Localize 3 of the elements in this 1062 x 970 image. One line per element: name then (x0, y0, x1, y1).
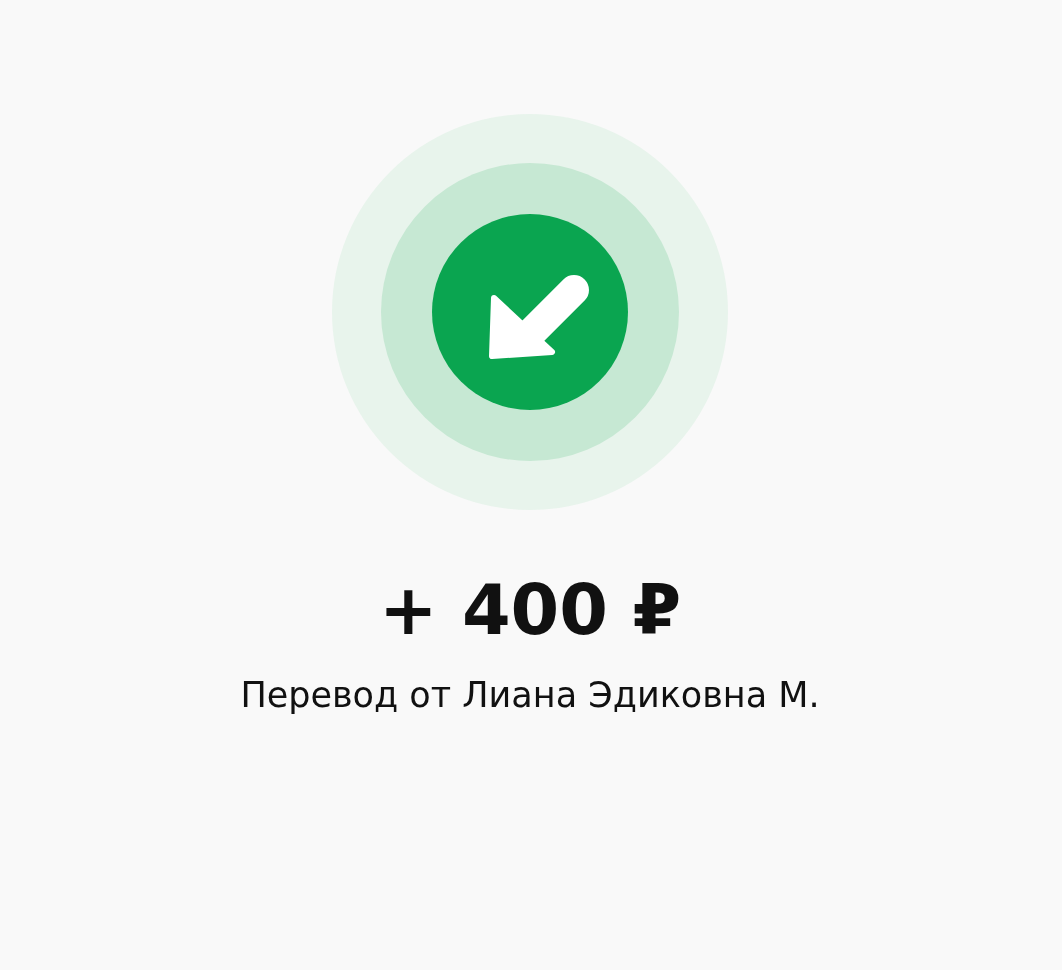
transfer-description: Перевод от Лиана Эдиковна М. (240, 674, 820, 716)
arrow-icon (489, 275, 589, 359)
transfer-amount: + 400 ₽ (378, 568, 682, 652)
